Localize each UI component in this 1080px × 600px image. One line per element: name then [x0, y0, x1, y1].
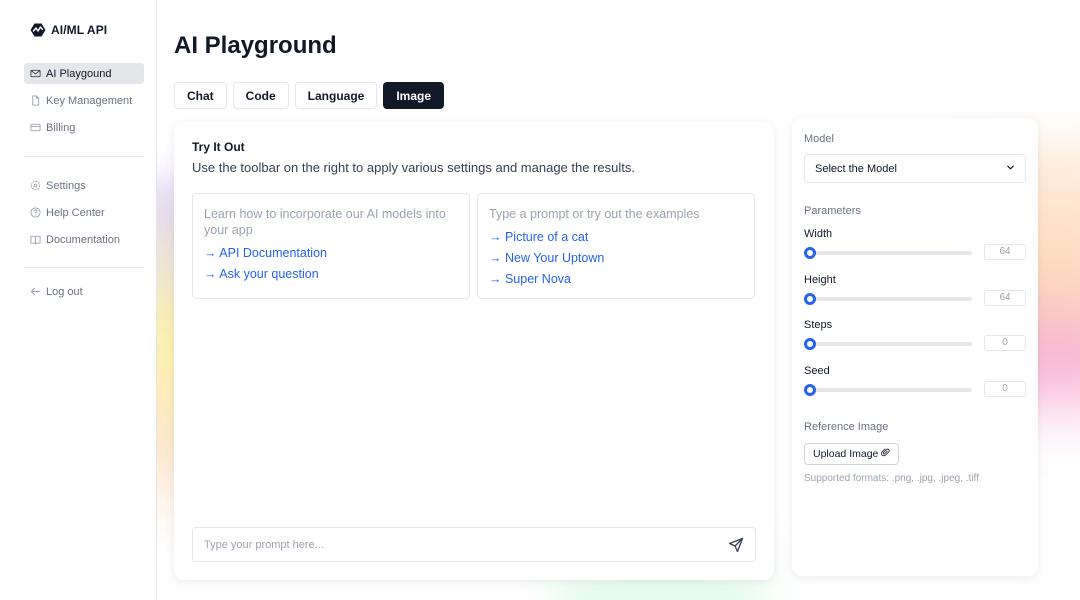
primary-nav: AI Playgound Key Management Billing [24, 63, 144, 144]
api-documentation-link[interactable]: → API Documentation [204, 245, 458, 261]
slider-thumb[interactable] [804, 293, 816, 305]
sidebar-divider [24, 267, 144, 268]
tab-code[interactable]: Code [232, 82, 289, 109]
examples-hint: Type a prompt or try out the examples [489, 207, 700, 221]
prompt-bar [192, 527, 756, 562]
tab-image[interactable]: Image [383, 82, 445, 109]
try-it-out-card: Try It Out Use the toolbar on the right … [174, 122, 774, 580]
document-icon [30, 95, 41, 106]
seed-slider[interactable] [804, 384, 972, 396]
sidebar-item-label: Settings [46, 179, 86, 192]
slider-thumb[interactable] [804, 384, 816, 396]
steps-value-input[interactable]: 0 [984, 335, 1026, 351]
paperclip-icon [881, 448, 890, 460]
model-select-value: Select the Model [815, 162, 897, 175]
sidebar-item-label: Key Management [46, 94, 133, 107]
ask-question-link[interactable]: → Ask your question [204, 266, 458, 282]
gear-icon [30, 180, 41, 191]
sidebar-item-ai-playground[interactable]: AI Playgound [24, 63, 144, 84]
upload-image-button[interactable]: Upload Image [804, 443, 900, 465]
param-width-label: Width [804, 228, 833, 240]
model-select[interactable]: Select the Model [804, 154, 1026, 183]
slider-track [804, 388, 972, 392]
chevron-down-icon [1006, 163, 1015, 175]
slider-track [804, 342, 972, 346]
upload-label: Upload Image [813, 448, 879, 460]
slider-track [804, 251, 972, 255]
parameters-label: Parameters [804, 205, 861, 217]
example-new-your-uptown-link[interactable]: → New Your Uptown [489, 250, 743, 266]
steps-slider[interactable] [804, 338, 972, 350]
example-picture-of-cat-link[interactable]: → Picture of a cat [489, 229, 743, 245]
arrow-left-icon [30, 286, 41, 297]
sidebar-item-label: AI Playgound [46, 67, 112, 80]
docs-box: Learn how to incorporate our AI models i… [192, 193, 470, 299]
param-steps-label: Steps [804, 319, 833, 331]
tab-language[interactable]: Language [294, 82, 378, 109]
slider-thumb[interactable] [804, 247, 816, 259]
sidebar-item-label: Billing [46, 121, 76, 134]
sidebar-item-label: Help Center [46, 206, 105, 219]
pulse-logo-icon [30, 22, 46, 38]
logout-button[interactable]: Log out [24, 281, 144, 302]
secondary-nav: Settings Help Center Documentation [24, 175, 144, 256]
mail-icon [30, 68, 41, 79]
card-title: Try It Out [192, 140, 245, 154]
brand-name: AI/ML API [51, 23, 108, 37]
slider-track [804, 297, 972, 301]
sidebar-item-billing[interactable]: Billing [24, 117, 144, 138]
sidebar-item-help-center[interactable]: Help Center [24, 202, 144, 223]
prompt-input[interactable] [204, 538, 728, 551]
seed-value-input[interactable]: 0 [984, 381, 1026, 397]
brand[interactable]: AI/ML API [30, 22, 107, 38]
logout-nav: Log out [24, 281, 144, 308]
param-seed-label: Seed [804, 365, 830, 377]
reference-image-label: Reference Image [804, 421, 889, 433]
page-title: AI Playground [174, 32, 337, 59]
sidebar-item-settings[interactable]: Settings [24, 175, 144, 196]
settings-panel: Model Select the Model Parameters Width … [792, 118, 1038, 576]
height-value-input[interactable]: 64 [984, 290, 1026, 306]
sidebar: AI/ML API AI Playgound Key Management Bi… [0, 0, 157, 600]
slider-thumb[interactable] [804, 338, 816, 350]
width-value-input[interactable]: 64 [984, 244, 1026, 260]
sidebar-item-label: Documentation [46, 233, 120, 246]
docs-hint: Learn how to incorporate our AI models i… [204, 207, 446, 237]
card-subtitle: Use the toolbar on the right to apply va… [192, 160, 635, 175]
tab-chat[interactable]: Chat [174, 82, 227, 109]
book-icon [30, 234, 41, 245]
examples-box: Type a prompt or try out the examples → … [477, 193, 755, 299]
sidebar-item-documentation[interactable]: Documentation [24, 229, 144, 250]
supported-formats-text: Supported formats: .png, .jpg, .jpeg, .t… [804, 473, 979, 484]
height-slider[interactable] [804, 293, 972, 305]
send-icon[interactable] [728, 537, 744, 553]
logout-label: Log out [46, 285, 83, 298]
width-slider[interactable] [804, 247, 972, 259]
credit-card-icon [30, 122, 41, 133]
mode-tabs: Chat Code Language Image [174, 82, 445, 109]
example-super-nova-link[interactable]: → Super Nova [489, 271, 743, 287]
help-icon [30, 207, 41, 218]
param-height-label: Height [804, 274, 836, 286]
sidebar-divider [24, 156, 144, 157]
sidebar-item-key-management[interactable]: Key Management [24, 90, 144, 111]
model-label: Model [804, 133, 834, 145]
